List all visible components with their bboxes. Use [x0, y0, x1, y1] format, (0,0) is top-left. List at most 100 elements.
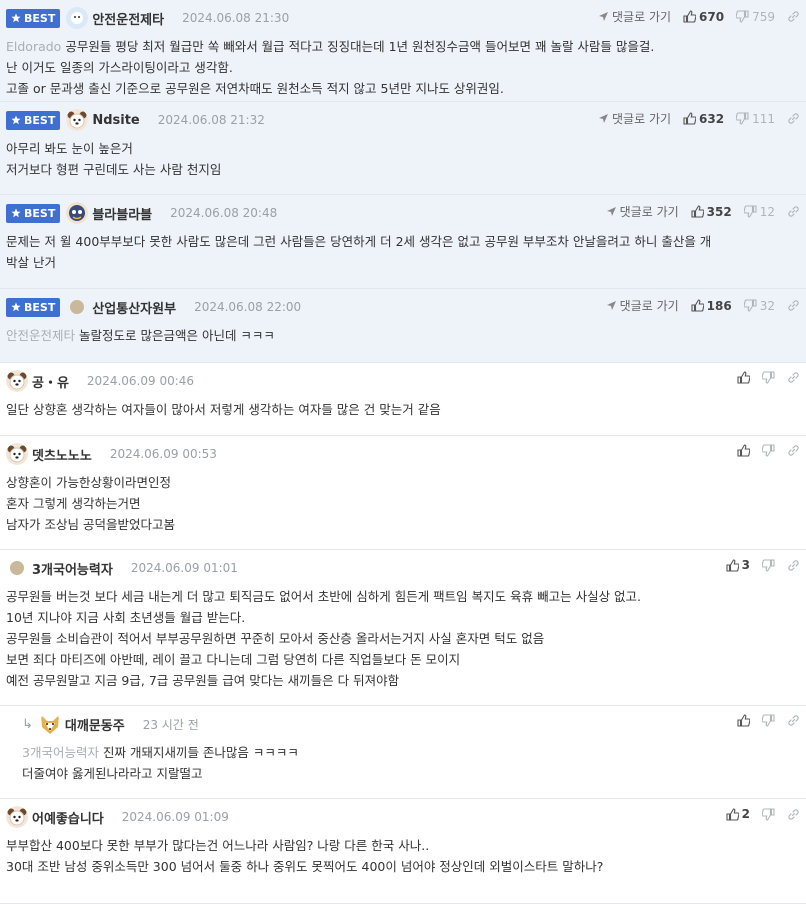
author-name[interactable]: 블라블라블 — [92, 204, 152, 223]
avatar-icon[interactable] — [10, 561, 24, 575]
comment-text: 문제는 저 윌 400부부보다 못한 사람도 많은데 그런 사람들은 당연하게 … — [6, 234, 712, 249]
comment-item: BEST 산업통산자원부 2024.06.08 22:00 댓글로 가기 186 32 안전… — [0, 289, 806, 363]
comment-list: BEST 안전운전제타 2024.06.08 21:30 댓글로 가기 670 759 El… — [0, 0, 806, 904]
goto-reply-label: 댓글로 가기 — [612, 112, 672, 126]
goto-reply-button[interactable]: 댓글로 가기 — [606, 297, 679, 314]
thumbs-up-icon — [683, 10, 697, 23]
goto-reply-button[interactable]: 댓글로 가기 — [598, 8, 671, 25]
author-name[interactable]: 안전운전제타 — [92, 9, 164, 28]
dislike-button[interactable]: 12 — [743, 204, 775, 219]
avatar-icon[interactable] — [66, 202, 89, 224]
like-count: 352 — [706, 204, 732, 219]
comment-date: 2024.06.08 21:30 — [182, 11, 290, 25]
like-button[interactable]: 3 — [726, 558, 750, 572]
author-name[interactable]: 어예좋습니다 — [32, 808, 104, 827]
comment-line: 난 이거도 일종의 가스라이팅이라고 생각함. — [6, 57, 800, 78]
mention-tag[interactable]: 안전운전제타 — [6, 328, 75, 343]
comment-text: 공무원들 소비습관이 적어서 부부공무원하면 꾸준히 모아서 중산층 올라서는거… — [6, 631, 545, 646]
dislike-count: 32 — [759, 298, 775, 313]
comment-item: BEST Ndsite 2024.06.08 21:32 댓글로 가기 632 111 아무… — [0, 102, 806, 195]
comment-actions: 댓글로 가기 186 32 — [606, 297, 800, 314]
dislike-button[interactable] — [762, 558, 775, 572]
goto-reply-button[interactable]: 댓글로 가기 — [606, 203, 679, 220]
like-button[interactable]: 186 — [691, 299, 732, 313]
like-button[interactable]: 670 — [683, 10, 724, 24]
comment-actions: 댓글로 가기 352 12 — [606, 203, 800, 220]
avatar-icon[interactable] — [6, 806, 28, 828]
dislike-button[interactable]: 759 — [736, 10, 775, 24]
dislike-button[interactable]: 111 — [736, 112, 775, 126]
like-button[interactable] — [737, 444, 750, 457]
like-button[interactable]: 352 — [691, 205, 732, 219]
comment-actions: 댓글로 가기 670 759 — [598, 8, 800, 25]
avatar-icon[interactable] — [6, 370, 28, 392]
dislike-count: 12 — [759, 204, 775, 219]
comment-text: 더줄여야 옳게된나라라고 지랄떨고 — [22, 766, 203, 781]
comment-date: 2024.06.08 20:48 — [170, 206, 278, 220]
author-name[interactable]: 대깨문동주 — [65, 715, 125, 734]
link-icon — [787, 444, 800, 457]
link-icon — [787, 559, 800, 572]
comment-actions — [737, 371, 800, 384]
avatar-icon[interactable] — [70, 300, 85, 314]
avatar-icon[interactable] — [66, 7, 89, 29]
thumbs-up-icon — [726, 807, 739, 821]
dislike-button[interactable] — [762, 371, 775, 384]
dislike-button[interactable] — [762, 444, 775, 457]
dislike-button[interactable] — [762, 714, 775, 727]
avatar-icon[interactable] — [39, 713, 61, 735]
comment-body: 문제는 저 윌 400부부보다 못한 사람도 많은데 그런 사람들은 당연하게 … — [6, 231, 800, 281]
comment-text: 혼자 그렇게 생각하는거면 — [6, 496, 141, 511]
comment-actions: 3 — [726, 558, 800, 572]
goto-reply-label: 댓글로 가기 — [619, 205, 679, 219]
comment-line: 상향혼이 가능한상황이라면인정 — [6, 472, 800, 493]
link-button[interactable] — [787, 559, 800, 572]
mention-tag[interactable]: 3개국어능력자 — [22, 745, 99, 760]
comment-line: 저거보다 형편 구린데도 사는 사람 천지임 — [6, 159, 800, 180]
like-button[interactable]: 632 — [683, 112, 724, 126]
link-button[interactable] — [787, 299, 800, 312]
author-name[interactable]: 공・유 — [32, 372, 69, 391]
comment-text: 보면 죄다 마티즈에 아반떼, 레이 끌고 다니는데 그럼 당연히 다른 직업들… — [6, 652, 461, 667]
like-button[interactable]: 2 — [726, 807, 750, 821]
dislike-button[interactable]: 32 — [743, 298, 775, 313]
comment-date: 2024.06.08 22:00 — [194, 300, 302, 314]
goto-reply-button[interactable]: 댓글로 가기 — [598, 110, 671, 127]
mention-tag[interactable]: Eldorado — [6, 39, 61, 54]
comment-text: 박살 난거 — [6, 255, 56, 270]
author-name[interactable]: Ndsite — [92, 113, 139, 128]
like-button[interactable] — [737, 371, 750, 384]
author-name[interactable]: 뎃츠노노노 — [32, 445, 92, 464]
comment-header: 공・유 2024.06.09 00:46 — [6, 363, 800, 399]
comment-date: 2024.06.09 01:01 — [130, 561, 238, 575]
like-count: 632 — [699, 111, 725, 126]
link-button[interactable] — [787, 444, 800, 457]
comment-item: 공・유 2024.06.09 00:46 일단 상향혼 생각하는 여자들이 많아서 … — [0, 363, 806, 436]
comment-text: 30대 조반 남성 중위소득만 300 넘어서 둘중 하나 중위도 못찍어도 4… — [6, 859, 604, 874]
send-arrow-icon — [606, 300, 617, 311]
link-button[interactable] — [787, 714, 800, 727]
avatar-icon[interactable] — [66, 109, 89, 131]
thumbs-down-icon — [762, 558, 775, 572]
link-button[interactable] — [787, 112, 800, 125]
send-arrow-icon — [598, 11, 609, 22]
author-name[interactable]: 산업통산자원부 — [92, 298, 176, 317]
star-icon — [11, 302, 21, 312]
like-button[interactable] — [737, 714, 750, 727]
comment-body: 아무리 봐도 눈이 높은거 저거보다 형편 구린데도 사는 사람 천지임 — [6, 138, 800, 188]
comment-line: 부부합산 400보다 못한 부부가 많다는건 어느나라 사람임? 나랑 다른 한… — [6, 835, 800, 856]
best-badge: BEST — [6, 8, 61, 28]
link-button[interactable] — [787, 371, 800, 384]
avatar-icon[interactable] — [6, 443, 28, 465]
link-button[interactable] — [787, 10, 800, 23]
comment-item: BEST 안전운전제타 2024.06.08 21:30 댓글로 가기 670 759 El… — [0, 0, 806, 102]
author-name[interactable]: 3개국어능력자 — [32, 559, 113, 578]
link-button[interactable] — [787, 808, 800, 821]
link-icon — [787, 299, 800, 312]
star-icon — [11, 13, 21, 23]
best-badge: BEST — [6, 297, 61, 317]
dislike-button[interactable] — [762, 807, 775, 821]
send-arrow-icon — [606, 206, 617, 217]
comment-date: 2024.06.09 00:53 — [109, 447, 217, 461]
link-button[interactable] — [787, 205, 800, 218]
